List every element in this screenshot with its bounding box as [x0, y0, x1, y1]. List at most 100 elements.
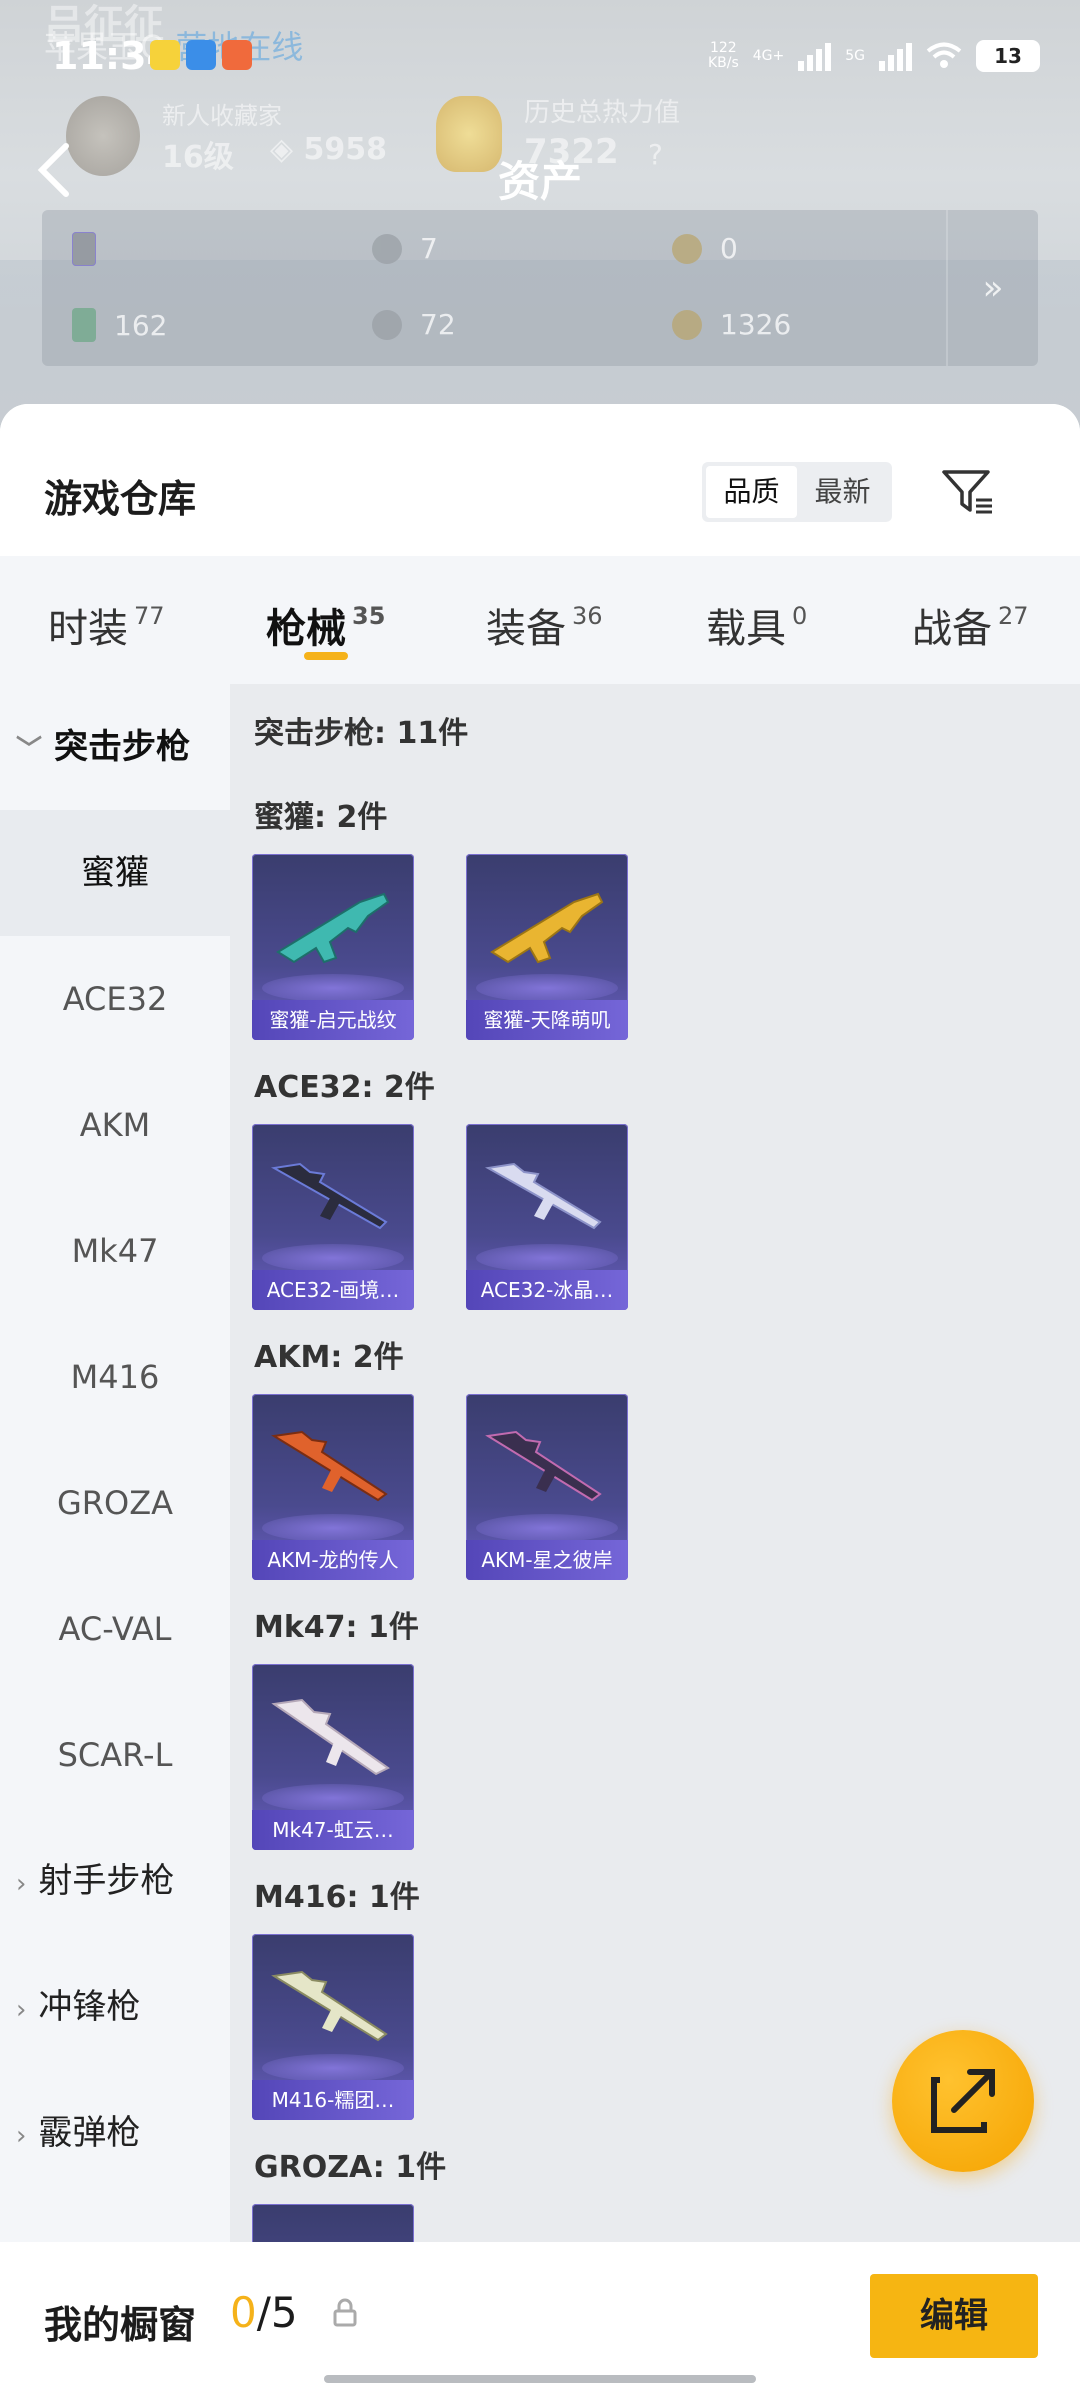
green-card-icon [72, 308, 96, 342]
tab-count: 27 [998, 602, 1029, 630]
net-speed-unit: KB/s [707, 55, 739, 71]
sidebar-group-label: 冲锋枪 [38, 1987, 141, 2027]
coin-grey-icon [372, 233, 402, 264]
sidebar-item-scar-l[interactable]: SCAR-L [0, 1692, 230, 1818]
showcase-label: 我的橱窗 [44, 2303, 197, 2347]
signal-icon [879, 41, 912, 71]
showcase-count-total: 5 [270, 2288, 298, 2337]
sidebar-item-ace32[interactable]: ACE32 [0, 936, 230, 1062]
sidebar-group-marksman-rifle[interactable]: › 射手步枪 [0, 1818, 230, 1944]
app-notification-icon [186, 40, 216, 70]
group-title: ACE32: 2件 [254, 1070, 435, 1105]
rifle-icon [271, 1970, 388, 2042]
tab-label: 装备 [486, 606, 566, 652]
page-title: 资产 [497, 157, 582, 206]
rifle-icon [271, 1430, 388, 1502]
weapon-name: ACE32-画境… [252, 1270, 414, 1310]
asset-item: 0 [672, 232, 738, 265]
share-button[interactable] [892, 2030, 1034, 2172]
profile-banner: 吕征征 苹果玉Q 营地在线 新人收藏家 16级 ◈ 5958 历史总热力值 73… [0, 0, 1080, 440]
sidebar-item-akm[interactable]: AKM [0, 1062, 230, 1188]
sidebar-item-ac-val[interactable]: AC-VAL [0, 1566, 230, 1692]
weapon-card[interactable]: ACE32-冰晶… [466, 1124, 628, 1310]
weapon-sidebar: ﹀ 突击步枪 蜜獾 ACE32 AKM Mk47 M416 GROZA AC-VA… [0, 684, 230, 2244]
sidebar-group-assault-rifle[interactable]: ﹀ 突击步枪 [0, 684, 230, 810]
net-speed: 122 KB/s [708, 41, 739, 71]
weapon-card[interactable]: AKM-星之彼岸 [466, 1394, 628, 1580]
asset-item: 1326 [672, 308, 791, 341]
rifle-icon [484, 1162, 602, 1230]
tab-count: 36 [572, 602, 603, 630]
group-title: M416: 1件 [254, 1880, 420, 1915]
asset-value: 7 [420, 232, 438, 265]
asset-value: 72 [420, 308, 456, 341]
sidebar-item-mk47[interactable]: Mk47 [0, 1188, 230, 1314]
weapon-content: 突击步枪: 11件 蜜獾: 2件 蜜獾-启元战纹 蜜獾-天降萌叽 ACE32: … [230, 684, 1080, 2244]
showcase-bar: 我的橱窗 0/5 编辑 [0, 2242, 1080, 2388]
tab-count: 0 [792, 602, 808, 630]
tab-weapons[interactable]: 枪械 35 [266, 596, 385, 654]
sidebar-group-label: 射手步枪 [38, 1861, 175, 1901]
status-bar: 11:34 122 KB/s 4G+ 5G 13 [0, 0, 1080, 110]
asset-item: 162 [72, 308, 167, 342]
sidebar-item-groza[interactable]: GROZA [0, 1440, 230, 1566]
weapon-name: AKM-龙的传人 [252, 1540, 414, 1580]
weapon-card[interactable] [252, 2204, 414, 2244]
rifle-icon [271, 1698, 390, 1776]
weapon-card[interactable]: 蜜獾-启元战纹 [252, 854, 414, 1040]
wifi-icon [926, 42, 962, 68]
edit-button[interactable]: 编辑 [870, 2274, 1038, 2358]
signal-icon [798, 41, 832, 71]
rifle-icon [485, 1430, 602, 1502]
tab-label: 枪械 [266, 606, 346, 652]
tab-label: 载具 [706, 606, 786, 652]
tab-count: 35 [352, 602, 386, 630]
coin-gold-icon [672, 233, 702, 264]
lock-icon [333, 2298, 357, 2327]
asset-value: 162 [114, 308, 168, 342]
weapon-name: 蜜獾-启元战纹 [252, 1000, 414, 1040]
showcase-count: 0/5 [230, 2288, 298, 2337]
group-title: GROZA: 1件 [254, 2150, 447, 2185]
card-icon [72, 231, 96, 266]
rifle-icon [270, 1162, 388, 1230]
sidebar-group-label: 突击步枪 [54, 727, 191, 767]
assets-panel[interactable]: 4 7 0 162 72 1326 » [42, 210, 1038, 366]
tab-supplies[interactable]: 战备 27 [912, 596, 1029, 654]
showcase-count-current: 0 [230, 2288, 257, 2337]
asset-item: 72 [372, 308, 456, 341]
tab-costume[interactable]: 时装 77 [48, 596, 165, 654]
tab-vehicles[interactable]: 载具 0 [706, 596, 807, 654]
showcase-count-separator: / [256, 2288, 271, 2337]
net-speed-value: 122 [709, 40, 737, 56]
chevron-right-icon: › [16, 2121, 27, 2151]
sidebar-group-smg[interactable]: › 冲锋枪 [0, 1944, 230, 2070]
weapon-card[interactable]: Mk47-虹云… [252, 1664, 414, 1850]
warehouse-header: 游戏仓库 品质 最新 [0, 404, 1080, 556]
sort-quality-button[interactable]: 品质 [706, 466, 797, 518]
filter-icon [942, 470, 992, 514]
app-notification-icon [150, 40, 180, 70]
category-summary: 突击步枪: 11件 [254, 716, 469, 751]
weapon-card[interactable]: 蜜獾-天降萌叽 [466, 854, 628, 1040]
app-notification-icon [222, 40, 252, 70]
coin-silver-icon [372, 309, 402, 340]
tab-equipment[interactable]: 装备 36 [486, 596, 603, 654]
sidebar-group-shotgun[interactable]: › 霰弹枪 [0, 2070, 230, 2196]
battery-icon: 13 [976, 40, 1040, 72]
sidebar-item-m416[interactable]: M416 [0, 1314, 230, 1440]
weapon-name: Mk47-虹云… [252, 1810, 414, 1850]
rifle-icon [490, 892, 604, 964]
weapon-card[interactable]: M416-糯团… [252, 1934, 414, 2120]
weapon-card[interactable]: ACE32-画境… [252, 1124, 414, 1310]
weapon-card[interactable]: AKM-龙的传人 [252, 1394, 414, 1580]
filter-button[interactable] [938, 462, 998, 522]
share-icon [931, 2069, 995, 2133]
assets-more-button[interactable]: » [946, 210, 1038, 366]
net-type-1: 4G+ [752, 48, 785, 64]
weapon-name: AKM-星之彼岸 [466, 1540, 628, 1580]
home-indicator[interactable] [324, 2375, 756, 2383]
sidebar-item-honeybadger[interactable]: 蜜獾 [0, 810, 230, 936]
sort-newest-button[interactable]: 最新 [797, 466, 888, 518]
sort-toggle: 品质 最新 [702, 462, 892, 522]
